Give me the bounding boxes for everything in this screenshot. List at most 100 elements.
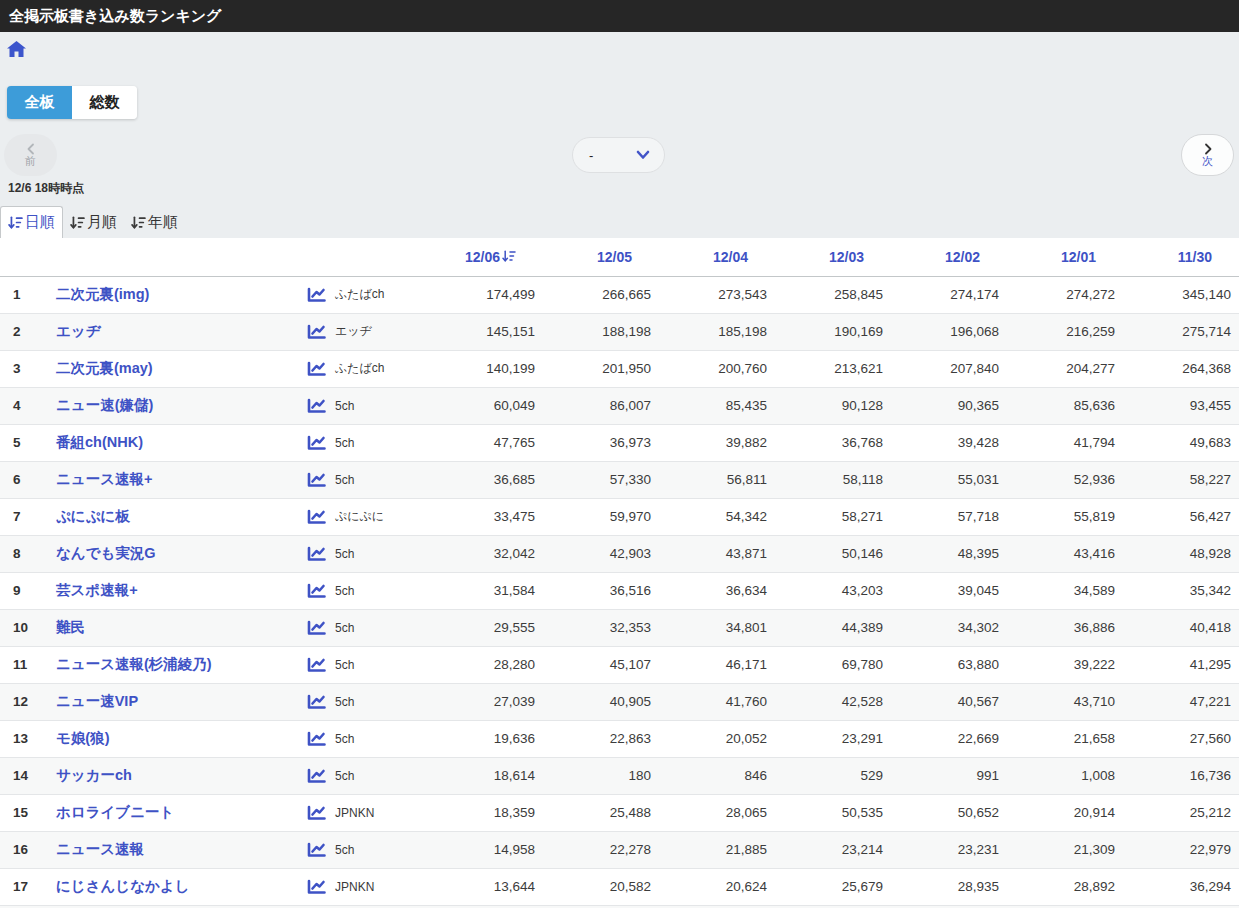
chart-line-icon[interactable]	[307, 472, 326, 488]
board-link[interactable]: 二次元裏(img)	[56, 286, 149, 302]
chart-line-icon[interactable]	[307, 509, 326, 525]
board-link[interactable]: ニュース速報(杉浦綾乃)	[56, 656, 212, 672]
ranking-row: 10 難民 5ch 29,555 32,353 34,801 44,389 34…	[0, 609, 1239, 646]
board-link[interactable]: なんでも実況G	[56, 545, 156, 561]
count-cell: 529	[775, 757, 891, 794]
next-label: 次	[1202, 155, 1213, 167]
count-cell: 41,295	[1123, 646, 1239, 683]
tab-monthly[interactable]: 月順	[63, 206, 124, 238]
count-cell: 29,555	[427, 609, 543, 646]
board-link[interactable]: 難民	[56, 619, 85, 635]
board-link[interactable]: サッカーch	[56, 767, 132, 783]
count-cell: 36,973	[543, 424, 659, 461]
tab-totals[interactable]: 総数	[72, 86, 137, 119]
date-column-header[interactable]: 11/30	[1123, 238, 1239, 276]
board-link[interactable]: ホロライブニート	[56, 804, 174, 820]
chart-line-icon[interactable]	[307, 805, 326, 821]
chevron-left-icon	[25, 143, 37, 155]
date-column-header[interactable]: 12/04	[659, 238, 775, 276]
tab-all-boards[interactable]: 全板	[7, 86, 72, 119]
board-link[interactable]: にじさんじなかよし	[56, 878, 190, 894]
board-link[interactable]: ニュー速VIP	[56, 693, 138, 709]
ranking-row: 4 ニュー速(嫌儲) 5ch 60,049 86,007 85,435 90,1…	[0, 387, 1239, 424]
count-cell: 36,516	[543, 572, 659, 609]
count-cell: 19,636	[427, 720, 543, 757]
count-cell: 21,658	[1007, 720, 1123, 757]
chart-line-icon[interactable]	[307, 879, 326, 895]
next-button[interactable]: 次	[1181, 134, 1234, 176]
ranking-row: 13 モ娘(狼) 5ch 19,636 22,863 20,052 23,291…	[0, 720, 1239, 757]
ranking-row: 16 ニュース速報 5ch 14,958 22,278 21,885 23,21…	[0, 831, 1239, 868]
board-link[interactable]: ニュー速(嫌儲)	[56, 397, 153, 413]
chart-line-icon[interactable]	[307, 842, 326, 858]
rank-cell: 1	[0, 276, 44, 313]
count-cell: 23,231	[891, 831, 1007, 868]
count-cell: 43,416	[1007, 535, 1123, 572]
chart-line-icon[interactable]	[307, 768, 326, 784]
board-category: 5ch	[335, 732, 354, 746]
chart-line-icon[interactable]	[307, 361, 326, 377]
chart-line-icon[interactable]	[307, 657, 326, 673]
rank-cell: 17	[0, 868, 44, 905]
count-cell: 13,644	[427, 868, 543, 905]
ranking-table: 12/06 12/05 12/04 12/03 12/02 12/01 11/3…	[0, 238, 1239, 908]
date-column-header[interactable]: 12/01	[1007, 238, 1123, 276]
count-cell: 23,214	[775, 831, 891, 868]
rank-cell: 8	[0, 535, 44, 572]
count-cell: 46,171	[659, 646, 775, 683]
board-link[interactable]: 番組ch(NHK)	[56, 434, 143, 450]
chart-line-icon[interactable]	[307, 435, 326, 451]
board-link[interactable]: エッヂ	[56, 323, 101, 339]
board-category: 5ch	[335, 621, 354, 635]
board-link[interactable]: ニュース速報	[56, 841, 144, 857]
chart-line-icon[interactable]	[307, 620, 326, 636]
chart-line-icon[interactable]	[307, 398, 326, 414]
count-cell: 47,221	[1123, 683, 1239, 720]
chart-line-icon[interactable]	[307, 287, 326, 303]
ranking-row: 17 にじさんじなかよし JPNKN 13,644 20,582 20,624 …	[0, 868, 1239, 905]
rank-cell: 10	[0, 609, 44, 646]
count-cell: 36,294	[1123, 868, 1239, 905]
count-cell: 90,128	[775, 387, 891, 424]
count-cell: 59,970	[543, 498, 659, 535]
count-cell: 41,794	[1007, 424, 1123, 461]
count-cell: 86,007	[543, 387, 659, 424]
count-cell: 57,718	[891, 498, 1007, 535]
ranking-table-body: 1 二次元裏(img) ふたばch 174,499 266,665 273,54…	[0, 276, 1239, 908]
date-column-header[interactable]: 12/06	[427, 238, 543, 276]
date-column-header[interactable]: 12/03	[775, 238, 891, 276]
chart-line-icon[interactable]	[307, 731, 326, 747]
count-cell: 345,140	[1123, 276, 1239, 313]
board-link[interactable]: ニュース速報+	[56, 471, 153, 487]
tab-daily[interactable]: 日順	[0, 206, 63, 238]
rank-cell: 11	[0, 646, 44, 683]
chart-line-icon[interactable]	[307, 546, 326, 562]
tab-yearly-label: 年順	[148, 213, 178, 232]
sort-tabs: 日順 月順 年順	[0, 206, 185, 238]
home-icon[interactable]	[7, 41, 27, 59]
chart-line-icon[interactable]	[307, 694, 326, 710]
prev-button[interactable]: 前	[4, 134, 57, 176]
count-cell: 55,031	[891, 461, 1007, 498]
board-link[interactable]: 二次元裏(may)	[56, 360, 153, 376]
count-cell: 43,203	[775, 572, 891, 609]
board-link[interactable]: モ娘(狼)	[56, 730, 110, 746]
chart-line-icon[interactable]	[307, 583, 326, 599]
ranking-row: 5 番組ch(NHK) 5ch 47,765 36,973 39,882 36,…	[0, 424, 1239, 461]
ranking-row: 12 ニュー速VIP 5ch 27,039 40,905 41,760 42,5…	[0, 683, 1239, 720]
count-cell: 20,052	[659, 720, 775, 757]
board-link[interactable]: 芸スポ速報+	[56, 582, 138, 598]
date-column-header[interactable]: 12/02	[891, 238, 1007, 276]
tab-daily-label: 日順	[25, 213, 55, 232]
date-column-header[interactable]: 12/05	[543, 238, 659, 276]
board-link[interactable]: ぷにぷに板	[56, 508, 130, 524]
ranking-row: 7 ぷにぷに板 ぷにぷに 33,475 59,970 54,342 58,271…	[0, 498, 1239, 535]
count-cell: 34,801	[659, 609, 775, 646]
count-cell: 85,636	[1007, 387, 1123, 424]
period-select[interactable]: -	[572, 137, 665, 173]
tab-yearly[interactable]: 年順	[124, 206, 185, 238]
chart-line-icon[interactable]	[307, 324, 326, 340]
ranking-row: 6 ニュース速報+ 5ch 36,685 57,330 56,811 58,11…	[0, 461, 1239, 498]
count-cell: 90,365	[891, 387, 1007, 424]
count-cell: 185,198	[659, 313, 775, 350]
